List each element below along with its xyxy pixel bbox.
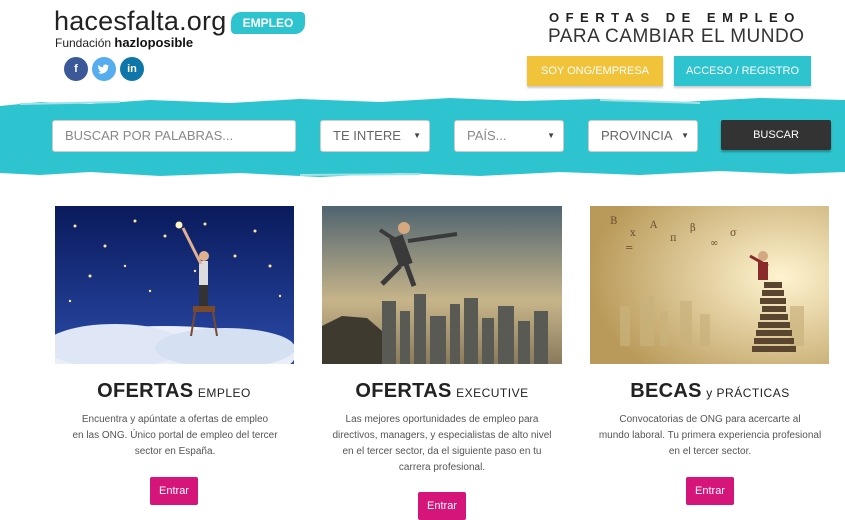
facebook-icon[interactable]: f xyxy=(64,57,88,81)
card-description-line: en el tercer sector, da el siguiente pas… xyxy=(342,446,542,457)
card-title-main: OFERTAS xyxy=(97,380,194,402)
foundation-line: Fundación hazloposible xyxy=(55,35,193,50)
entrar-button-executive[interactable]: Entrar xyxy=(418,492,466,520)
buscar-button[interactable]: BUSCAR xyxy=(721,120,831,150)
country-select[interactable]: PAÍS... ▼ xyxy=(454,120,564,152)
card-description-line: Convocatorias de ONG para acercarte al xyxy=(619,414,801,425)
soy-ong-button[interactable]: SOY ONG/EMPRESA xyxy=(527,56,663,86)
svg-text:β: β xyxy=(690,223,696,234)
card-title-main: OFERTAS xyxy=(355,380,452,402)
card-description-line: carrera profesional. xyxy=(398,462,486,473)
card-description-line: mundo laboral. Tu primera experiencia pr… xyxy=(598,430,822,441)
card-description-becas: Convocatorias de ONG para acercarte al m… xyxy=(585,412,835,460)
keywords-search-input[interactable]: BUSCAR POR PALABRAS... xyxy=(52,120,296,152)
twitter-icon[interactable] xyxy=(92,57,116,81)
card-title-suffix: EMPLEO xyxy=(197,386,251,400)
chevron-down-icon: ▼ xyxy=(413,131,421,140)
card-description-line: Encuentra y apúntate a ofertas de empleo xyxy=(81,414,269,425)
entrar-button-empleo[interactable]: Entrar xyxy=(150,477,198,505)
interest-select[interactable]: TE INTERE ▼ xyxy=(320,120,430,152)
entrar-button-becas[interactable]: Entrar xyxy=(686,477,734,505)
linkedin-icon[interactable]: in xyxy=(120,57,144,81)
svg-text:π: π xyxy=(670,233,677,244)
twitter-bird-icon xyxy=(98,64,109,74)
card-title-suffix: EXECUTIVE xyxy=(456,386,529,400)
card-description-line: Las mejores oportunidades de empleo para xyxy=(345,414,539,425)
empleo-badge: EMPLEO xyxy=(231,12,305,34)
tagline-bottom: PARA CAMBIAR EL MUNDO xyxy=(548,26,805,47)
acceso-registro-button[interactable]: ACCESO / REGISTRO xyxy=(674,56,811,86)
svg-text:A: A xyxy=(649,220,658,231)
interest-select-value: TE INTERE xyxy=(333,128,401,143)
card-image-jumping-executive[interactable] xyxy=(322,206,562,364)
svg-text:σ: σ xyxy=(730,228,737,239)
tagline-top: OFERTAS DE EMPLEO xyxy=(549,10,801,25)
province-select[interactable]: PROVINCIA ▼ xyxy=(588,120,698,152)
chevron-down-icon: ▼ xyxy=(681,131,689,140)
card-image-books-tower[interactable]: Bx A π β ∞ = σ xyxy=(590,206,829,364)
card-description-empleo: Encuentra y apúntate a ofertas de empleo… xyxy=(50,412,300,460)
svg-text:B: B xyxy=(610,216,617,227)
card-image-night-sky[interactable] xyxy=(55,206,294,364)
card-description-line: sector en España. xyxy=(134,446,216,457)
svg-text:∞: ∞ xyxy=(710,238,718,249)
svg-text:x: x xyxy=(630,228,636,239)
country-select-value: PAÍS... xyxy=(467,128,507,143)
site-logo[interactable]: hacesfalta.org xyxy=(54,6,226,37)
card-title-suffix: y PRÁCTICAS xyxy=(706,386,790,400)
foundation-name: hazloposible xyxy=(114,35,194,50)
card-title-ofertas-executive: OFERTAS EXECUTIVE xyxy=(322,380,562,403)
card-title-main: BECAS xyxy=(630,380,702,402)
province-select-value: PROVINCIA xyxy=(601,128,673,143)
card-title-ofertas-empleo: OFERTAS EMPLEO xyxy=(54,380,294,403)
chevron-down-icon: ▼ xyxy=(547,131,555,140)
card-description-line: directivos, managers, y especialistas de… xyxy=(332,430,552,441)
card-title-becas-practicas: BECAS y PRÁCTICAS xyxy=(590,380,830,403)
svg-text:=: = xyxy=(625,243,633,254)
card-description-line: en el tercer sector. xyxy=(668,446,752,457)
card-description-executive: Las mejores oportunidades de empleo para… xyxy=(317,412,567,476)
foundation-prefix: Fundación xyxy=(55,36,112,50)
card-description-line: en las ONG. Único portal de empleo del t… xyxy=(72,430,278,441)
